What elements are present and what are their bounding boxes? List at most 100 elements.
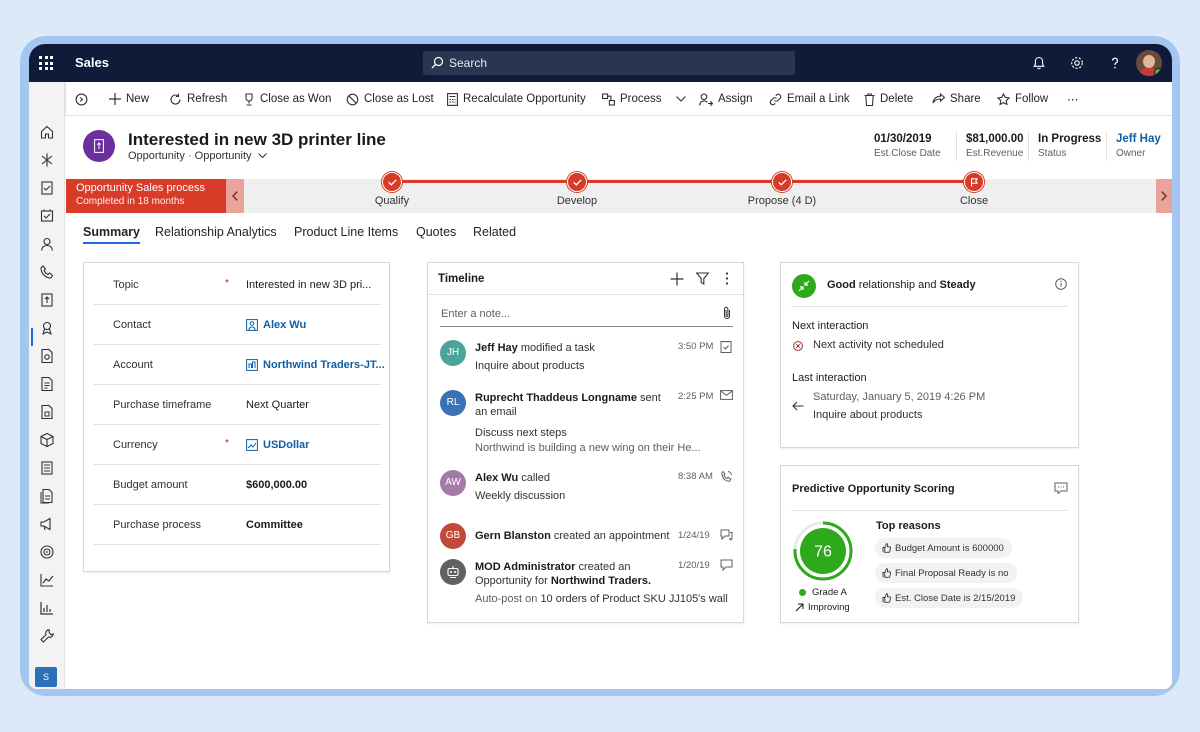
home-icon[interactable]: [39, 124, 55, 140]
form-name: Opportunity: [194, 150, 252, 162]
owner-link[interactable]: Jeff Hay: [1116, 133, 1161, 145]
info-icon[interactable]: [1055, 278, 1067, 290]
tools-icon[interactable]: [39, 628, 55, 644]
process-next-button[interactable]: [1156, 179, 1172, 213]
opportunities-icon[interactable]: [39, 292, 55, 308]
area-switcher-badge[interactable]: S: [35, 667, 57, 687]
search-placeholder: Search: [449, 56, 488, 70]
tab-related[interactable]: Related: [473, 225, 516, 239]
tab-product-line-items[interactable]: Product Line Items: [294, 225, 398, 239]
recalculate-button[interactable]: Recalculate Opportunity: [447, 82, 586, 116]
activity-description: Jeff Hay modified a task: [475, 341, 665, 355]
stage-close[interactable]: Close: [914, 172, 1034, 207]
process-previous-button[interactable]: [226, 179, 244, 213]
search-box[interactable]: Search: [423, 51, 795, 75]
history-button[interactable]: [75, 82, 93, 116]
field-currency[interactable]: Currency * USDollar: [94, 425, 381, 465]
process-stage-track: Qualify Develop Propose (4 D) Close: [244, 172, 1156, 213]
field-budget-amount[interactable]: Budget amount $600,000.00: [94, 465, 381, 505]
sales-analytics-icon[interactable]: [39, 600, 55, 616]
user-avatar[interactable]: [1136, 50, 1162, 76]
assign-button[interactable]: Assign: [699, 82, 753, 116]
check-icon: [387, 178, 397, 186]
invoices-icon[interactable]: [39, 404, 55, 420]
timeline-item[interactable]: RL Ruprecht Thaddeus Longname sent an em…: [440, 390, 736, 460]
products-icon[interactable]: [39, 432, 55, 448]
note-input[interactable]: Enter a note...: [440, 305, 733, 327]
reason-chip[interactable]: Est. Close Date is 2/15/2019: [875, 588, 1024, 608]
contact-lookup[interactable]: Alex Wu: [246, 319, 306, 331]
attachment-icon[interactable]: [723, 306, 731, 320]
tab-relationship-analytics[interactable]: Relationship Analytics: [155, 225, 277, 239]
refresh-button[interactable]: Refresh: [169, 82, 227, 116]
header-owner: Jeff Hay Owner: [1116, 133, 1161, 159]
share-button[interactable]: Share: [932, 82, 981, 116]
forecasts-icon[interactable]: [39, 572, 55, 588]
field-value[interactable]: Next Quarter: [246, 399, 309, 411]
opportunity-record-icon: [83, 130, 115, 162]
field-topic[interactable]: Topic * Interested in new 3D pri...: [94, 265, 381, 305]
currency-lookup[interactable]: USDollar: [246, 439, 309, 451]
actor-name: Ruprecht Thaddeus Longname: [475, 392, 637, 404]
price-lists-icon[interactable]: [39, 460, 55, 476]
field-label: Account: [113, 359, 153, 371]
field-purchase-timeframe[interactable]: Purchase timeframe Next Quarter: [94, 385, 381, 425]
feedback-icon[interactable]: [1054, 482, 1068, 494]
delete-button[interactable]: Delete: [864, 82, 913, 116]
reason-chip[interactable]: Final Proposal Ready is no: [875, 563, 1017, 583]
more-options-icon[interactable]: [725, 272, 729, 285]
field-value[interactable]: Interested in new 3D pri...: [246, 279, 371, 291]
gear-icon[interactable]: [1069, 55, 1085, 71]
orders-icon[interactable]: [39, 376, 55, 392]
email-link-button[interactable]: Email a Link: [769, 82, 850, 116]
contacts-icon[interactable]: [39, 236, 55, 252]
bell-icon[interactable]: [1031, 55, 1047, 71]
stage-qualify[interactable]: Qualify: [332, 172, 452, 207]
form-selector[interactable]: Opportunity: [195, 150, 267, 162]
field-contact[interactable]: Contact Alex Wu: [94, 305, 381, 345]
app-name[interactable]: Sales: [75, 55, 109, 70]
field-value[interactable]: $600,000.00: [246, 479, 307, 491]
timeline-item[interactable]: MOD Administrator created an Opportunity…: [440, 559, 736, 609]
close-as-lost-label: Close as Lost: [364, 93, 434, 105]
close-as-won-button[interactable]: Close as Won: [243, 82, 331, 116]
documents-icon[interactable]: [39, 488, 55, 504]
reason-chip[interactable]: Budget Amount is 600000: [875, 538, 1012, 558]
stage-develop[interactable]: Develop: [517, 172, 637, 207]
follow-button[interactable]: Follow: [997, 82, 1048, 116]
account-lookup[interactable]: Northwind Traders-JT...: [246, 359, 385, 371]
timeline-item[interactable]: GB Gern Blanston created an appointment …: [440, 523, 736, 549]
marketing-icon[interactable]: [39, 516, 55, 532]
timeline-item[interactable]: JH Jeff Hay modified a task Inquire abou…: [440, 340, 736, 380]
close-as-lost-button[interactable]: Close as Lost: [346, 82, 434, 116]
scoring-title: Predictive Opportunity Scoring: [792, 483, 955, 495]
field-account[interactable]: Account Northwind Traders-JT...: [94, 345, 385, 385]
chevron-down-icon: [257, 153, 267, 159]
quotes-icon[interactable]: [39, 348, 55, 364]
pinned-icon[interactable]: [39, 152, 55, 168]
field-purchase-process[interactable]: Purchase process Committee: [94, 505, 381, 545]
top-nav-bar: Sales Search: [29, 44, 1172, 82]
process-title-panel[interactable]: Opportunity Sales process Completed in 1…: [66, 179, 226, 213]
tab-summary[interactable]: Summary: [83, 225, 140, 244]
help-icon[interactable]: [1107, 55, 1123, 71]
add-icon[interactable]: [670, 272, 684, 286]
activities-icon[interactable]: [39, 208, 55, 224]
new-button[interactable]: New: [109, 82, 149, 116]
app-launcher-icon[interactable]: [39, 56, 53, 70]
stage-propose[interactable]: Propose (4 D): [722, 172, 842, 207]
more-commands-button[interactable]: ⋯: [1067, 82, 1079, 116]
last-interaction-subject[interactable]: Inquire about products: [813, 409, 922, 421]
phone-icon[interactable]: [39, 264, 55, 280]
activity-time: 3:50 PM: [678, 341, 714, 352]
competitors-icon[interactable]: [39, 320, 55, 336]
field-value[interactable]: Committee: [246, 519, 303, 531]
search-icon: [431, 56, 444, 69]
stage-label: Develop: [556, 195, 598, 207]
process-button[interactable]: Process: [602, 82, 691, 116]
filter-icon[interactable]: [696, 272, 709, 285]
dashboard-icon[interactable]: [39, 180, 55, 196]
timeline-item[interactable]: AW Alex Wu called Weekly discussion 8:38…: [440, 470, 736, 510]
tab-quotes[interactable]: Quotes: [416, 225, 456, 239]
goals-icon[interactable]: [39, 544, 55, 560]
